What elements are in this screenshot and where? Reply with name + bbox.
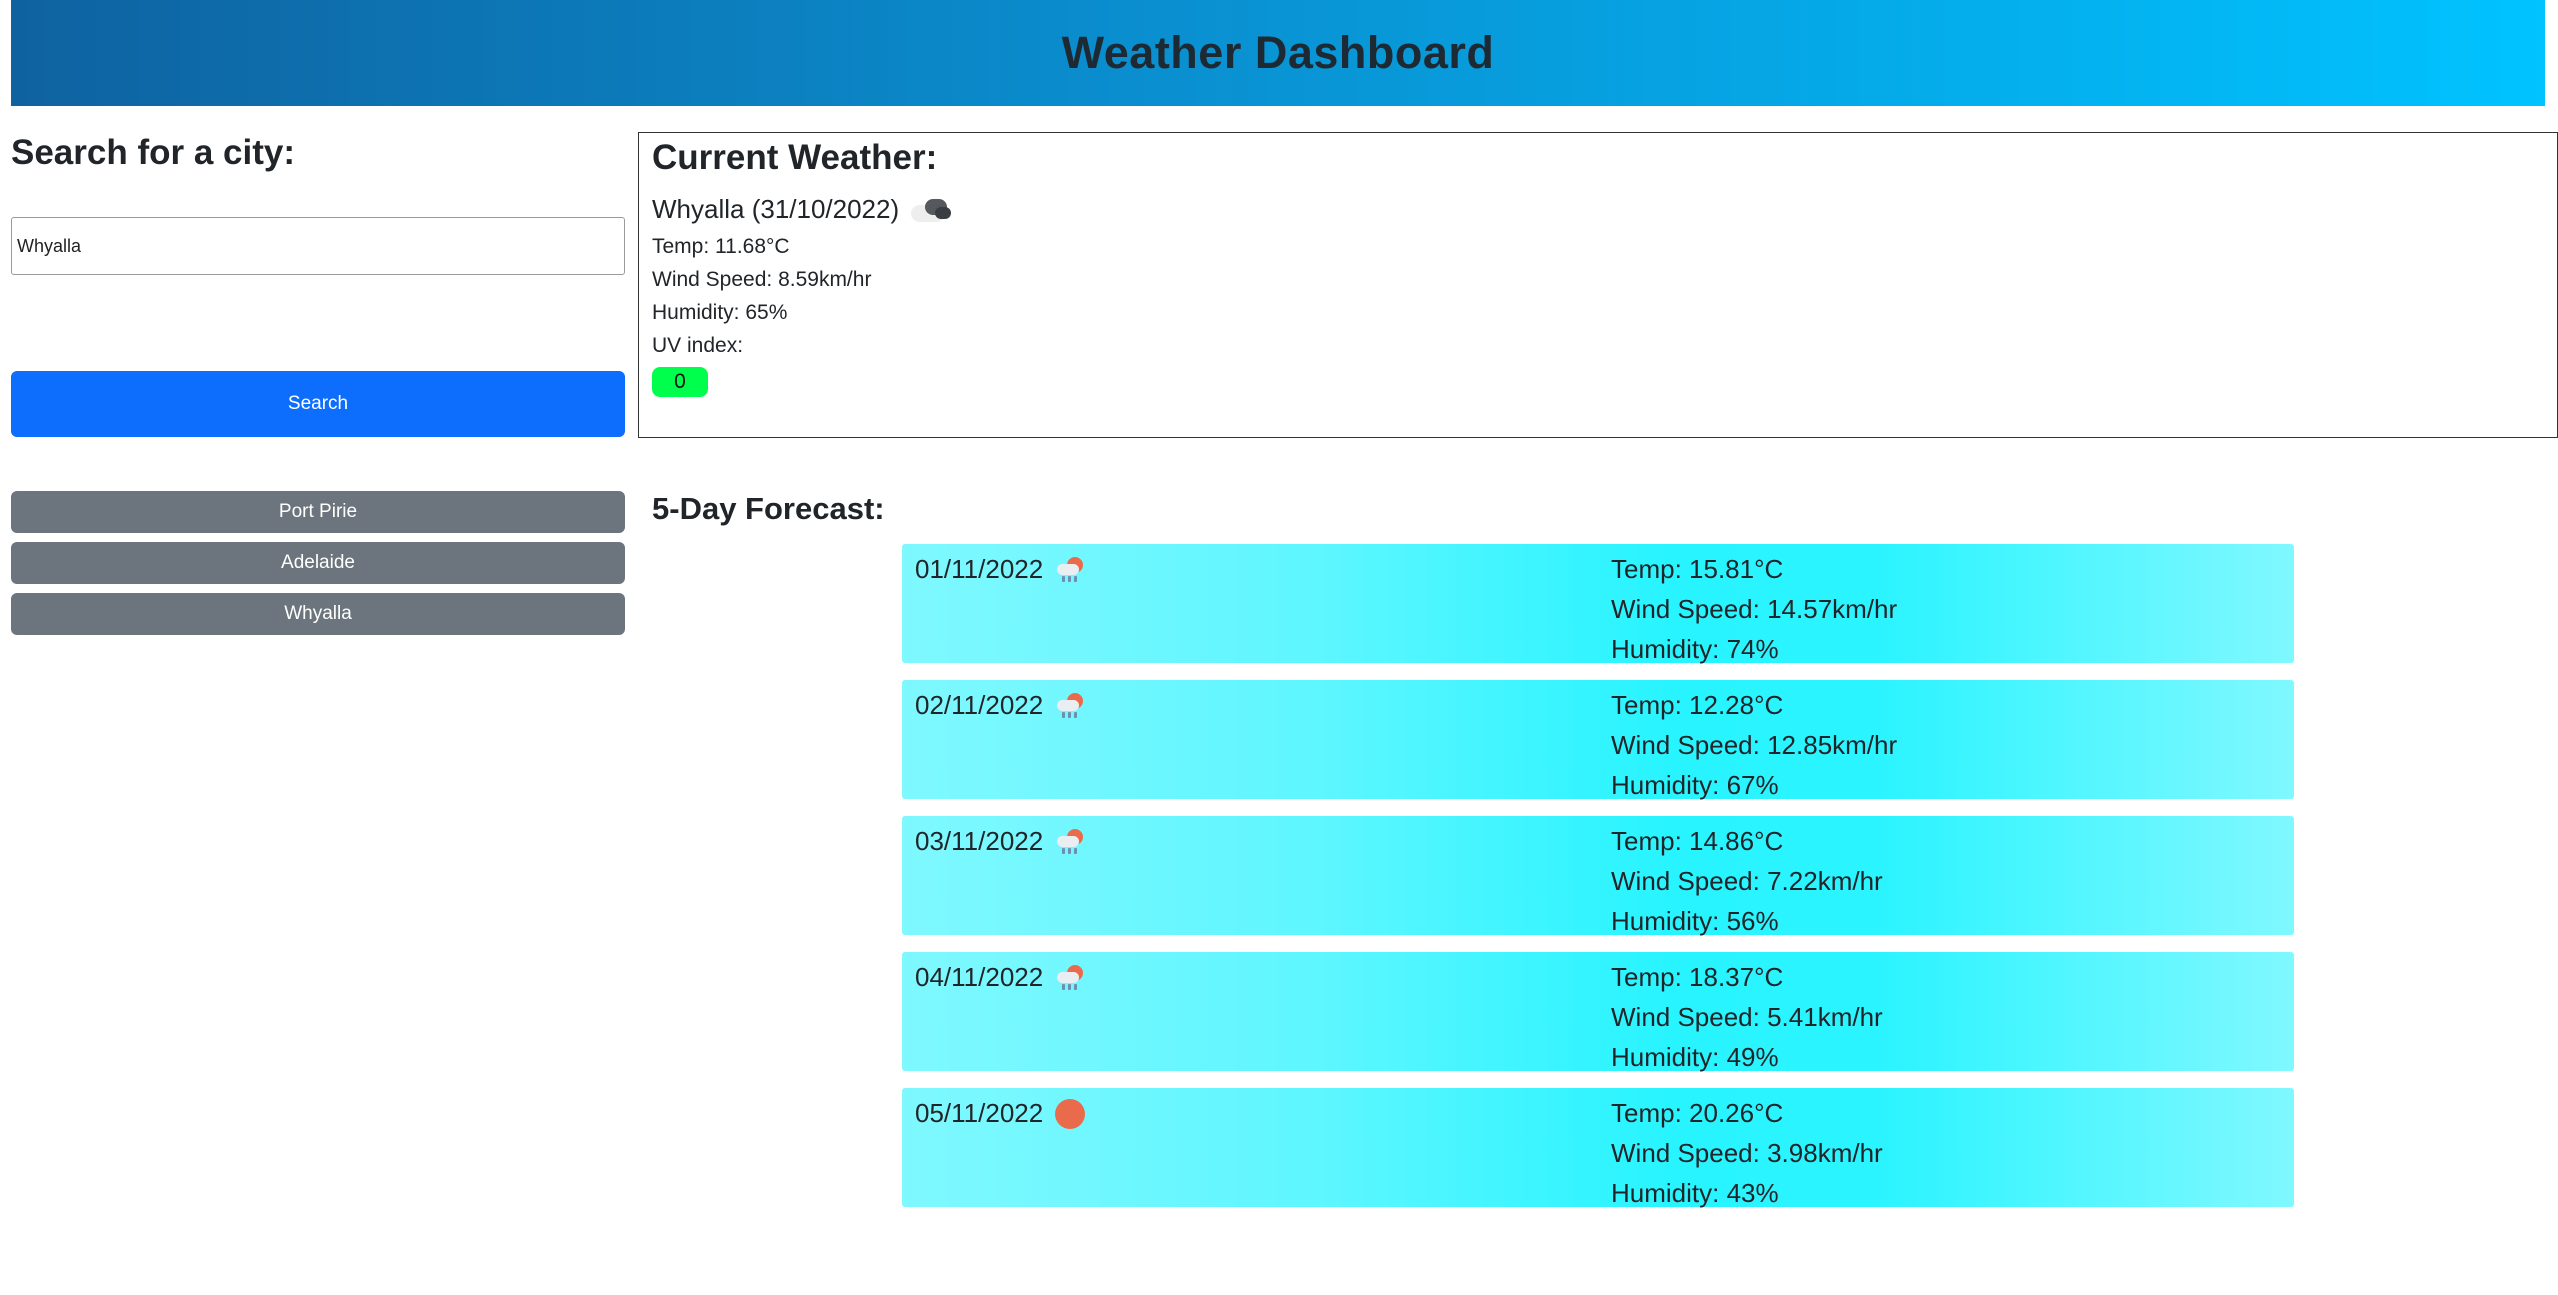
current-temp: Temp: 11.68°C (652, 235, 790, 258)
forecast-list: 01/11/2022 Temp: 15.81°C Wind Speed: 14.… (902, 544, 2294, 1224)
forecast-temp: Temp: 14.86°C (1611, 826, 1784, 856)
history-button-adelaide[interactable]: Adelaide (11, 542, 625, 584)
forecast-card: 03/11/2022 Temp: 14.86°C Wind Speed: 7.2… (902, 816, 2294, 936)
rain-icon (1055, 555, 1085, 585)
uv-index-badge: 0 (652, 367, 708, 397)
rain-icon (1055, 691, 1085, 721)
forecast-humidity: Humidity: 74% (1611, 634, 1779, 664)
current-weather-title: Current Weather: (652, 138, 938, 177)
forecast-temp: Temp: 12.28°C (1611, 690, 1784, 720)
forecast-card: 04/11/2022 Temp: 18.37°C Wind Speed: 5.4… (902, 952, 2294, 1072)
city-search-input[interactable] (11, 217, 625, 275)
forecast-wind: Wind Speed: 7.22km/hr (1611, 866, 1883, 896)
forecast-card: 02/11/2022 Temp: 12.28°C Wind Speed: 12.… (902, 680, 2294, 800)
rain-icon (1055, 963, 1085, 993)
current-wind: Wind Speed: 8.59km/hr (652, 268, 872, 291)
forecast-title: 5-Day Forecast: (652, 491, 885, 526)
forecast-date: 04/11/2022 (915, 962, 1044, 992)
search-history: Port Pirie Adelaide Whyalla (11, 491, 625, 644)
history-button-port-pirie[interactable]: Port Pirie (11, 491, 625, 533)
forecast-humidity: Humidity: 49% (1611, 1042, 1779, 1072)
page-title: Weather Dashboard (1061, 27, 1495, 78)
forecast-card: 05/11/2022 Temp: 20.26°C Wind Speed: 3.9… (902, 1088, 2294, 1208)
current-city-date: Whyalla (31/10/2022) (652, 194, 900, 224)
current-humidity: Humidity: 65% (652, 301, 788, 324)
forecast-temp: Temp: 15.81°C (1611, 554, 1784, 584)
search-heading: Search for a city: (11, 133, 295, 172)
forecast-temp: Temp: 20.26°C (1611, 1098, 1784, 1128)
rain-icon (1055, 827, 1085, 857)
forecast-wind: Wind Speed: 14.57km/hr (1611, 594, 1898, 624)
forecast-humidity: Humidity: 67% (1611, 770, 1779, 800)
page-header: Weather Dashboard (11, 0, 2545, 106)
forecast-date: 02/11/2022 (915, 690, 1044, 720)
current-city-date-row: Whyalla (31/10/2022) (652, 194, 2544, 225)
forecast-humidity: Humidity: 43% (1611, 1178, 1779, 1208)
forecast-wind: Wind Speed: 3.98km/hr (1611, 1138, 1883, 1168)
forecast-humidity: Humidity: 56% (1611, 906, 1779, 936)
uv-index-label: UV index: (652, 334, 744, 357)
forecast-date: 01/11/2022 (915, 554, 1044, 584)
cloud-icon (911, 196, 953, 224)
forecast-date: 05/11/2022 (915, 1098, 1044, 1128)
forecast-card: 01/11/2022 Temp: 15.81°C Wind Speed: 14.… (902, 544, 2294, 664)
forecast-date: 03/11/2022 (915, 826, 1044, 856)
search-button[interactable]: Search (11, 371, 625, 437)
current-weather-panel: Current Weather: Whyalla (31/10/2022) Te… (638, 132, 2558, 438)
forecast-wind: Wind Speed: 5.41km/hr (1611, 1002, 1883, 1032)
history-button-whyalla[interactable]: Whyalla (11, 593, 625, 635)
forecast-temp: Temp: 18.37°C (1611, 962, 1784, 992)
sun-icon (1055, 1098, 1086, 1129)
forecast-wind: Wind Speed: 12.85km/hr (1611, 730, 1898, 760)
